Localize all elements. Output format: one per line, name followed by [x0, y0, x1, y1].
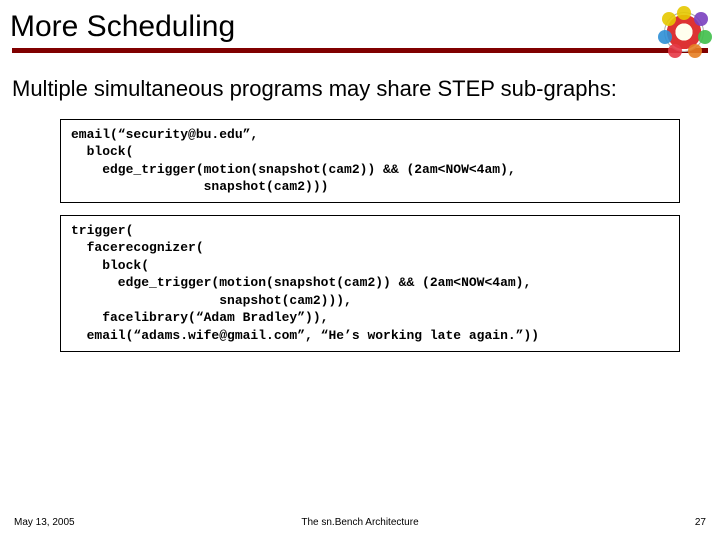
logo-petal	[688, 44, 702, 58]
logo-petal	[662, 12, 676, 26]
code-block-1: email(“security@bu.edu”, block( edge_tri…	[60, 119, 680, 203]
logo-petal	[677, 6, 691, 20]
slide-subtitle: Multiple simultaneous programs may share…	[0, 53, 720, 113]
slide-title: More Scheduling	[0, 0, 720, 48]
corner-logo	[658, 6, 710, 58]
logo-petal	[658, 30, 672, 44]
footer-center: The sn.Bench Architecture	[0, 517, 720, 528]
footer-page-number: 27	[695, 517, 706, 528]
logo-petal	[698, 30, 712, 44]
logo-petal	[694, 12, 708, 26]
logo-petal	[668, 44, 682, 58]
code-block-2: trigger( facerecognizer( block( edge_tri…	[60, 215, 680, 352]
